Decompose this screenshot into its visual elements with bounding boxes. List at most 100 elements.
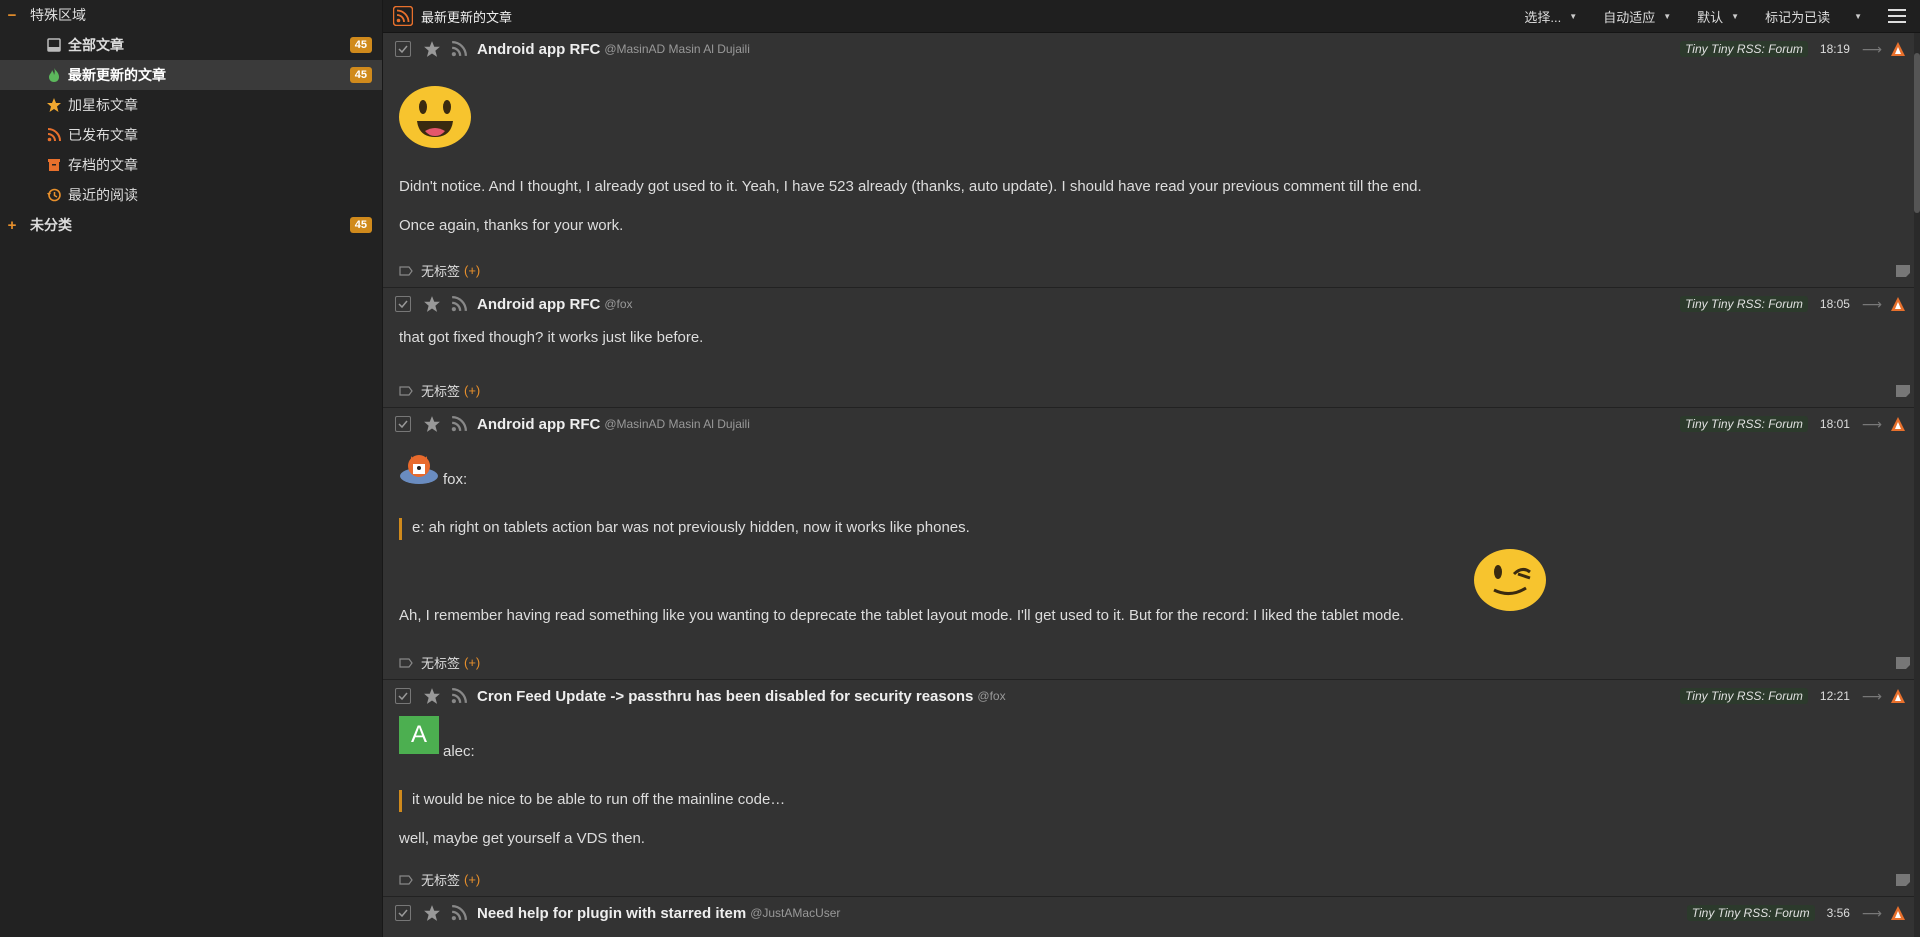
article-time: 18:01 [1819,417,1850,431]
tree-item-fresh-articles[interactable]: 最新更新的文章 45 [0,60,382,90]
article-paragraph: Ah, I remember having read something lik… [399,607,1405,624]
quote-text: it would be nice to be able to run off t… [412,791,786,808]
tree-item-published[interactable]: 已发布文章 [0,120,382,150]
tree-item-label: 最近的阅读 [68,187,138,203]
note-icon[interactable] [1896,265,1910,277]
article-title[interactable]: Android app RFC [477,416,600,433]
open-article-arrow-icon[interactable]: ⟶ [1862,296,1882,313]
feed-title-badge[interactable]: Tiny Tiny RSS: Forum [1680,688,1808,704]
article-time: 12:21 [1819,689,1850,703]
tree-item-label: 全部文章 [68,37,124,53]
article-meta: Tiny Tiny RSS: Forum 12:21 ⟶ [1680,680,1920,712]
note-icon[interactable] [1896,874,1910,886]
feed-title-badge[interactable]: Tiny Tiny RSS: Forum [1686,905,1815,921]
publish-toggle-icon[interactable] [451,296,467,312]
star-toggle-icon[interactable] [423,687,441,705]
feed-title-badge[interactable]: Tiny Tiny RSS: Forum [1680,296,1808,312]
tree-category-uncategorized[interactable]: + 未分类 45 [0,210,382,240]
user-avatar-fox [400,455,438,484]
note-icon[interactable] [1896,657,1910,669]
tags-label: 无标签 [421,264,461,279]
tree-category-label: 未分类 [30,217,72,233]
tree-item-label: 已发布文章 [68,127,138,143]
rss-icon [46,127,62,143]
sort-label: 默认 [1697,9,1724,25]
select-checkbox[interactable] [395,688,411,704]
select-checkbox[interactable] [395,296,411,312]
feed-title-badge[interactable]: Tiny Tiny RSS: Forum [1680,416,1808,432]
mark-read-dropdown[interactable]: 标记为已读 ▼ [1765,7,1862,26]
feed-favicon-icon [1891,417,1905,431]
star-toggle-icon[interactable] [423,415,441,433]
headlines-scrollbar[interactable] [1914,33,1920,937]
caret-down-icon: ▼ [1569,11,1578,21]
tree-item-all-articles[interactable]: 全部文章 45 [0,30,382,60]
expand-toggle-icon[interactable]: + [0,217,24,234]
tree-item-label: 存档的文章 [68,157,138,173]
note-icon[interactable] [1896,385,1910,397]
star-toggle-icon[interactable] [423,40,441,58]
headlines-toolbar: 最新更新的文章 选择... ▼ 自动适应 ▼ 默认 ▼ 标记为已读 ▼ [383,0,1920,33]
collapse-toggle-icon[interactable]: − [0,7,24,24]
article-paragraph: that got fixed though? it works just lik… [399,329,704,346]
view-mode-label: 自动适应 [1603,9,1656,25]
view-mode-dropdown[interactable]: 自动适应 ▼ [1603,7,1671,26]
article-title[interactable]: Cron Feed Update -> passthru has been di… [477,688,973,705]
select-checkbox[interactable] [395,905,411,921]
select-checkbox[interactable] [395,416,411,432]
scrollbar-thumb[interactable] [1914,53,1920,213]
tree-category-special[interactable]: − 特殊区域 [0,0,382,30]
article-author: @fox [604,297,633,311]
star-toggle-icon[interactable] [423,295,441,313]
article-title[interactable]: Need help for plugin with starred item [477,905,746,922]
article-tags: 无标签 (+) [399,381,480,400]
article-tags: 无标签 (+) [399,870,480,889]
tag-icon [399,874,413,885]
feed-favicon-icon [1891,297,1905,311]
article-title[interactable]: Android app RFC [477,41,600,58]
open-article-arrow-icon[interactable]: ⟶ [1862,688,1882,705]
box-icon [46,157,62,173]
add-tag-link[interactable]: (+) [464,263,480,278]
smiley-emoji-icon [399,86,471,148]
publish-toggle-icon[interactable] [451,688,467,704]
open-article-arrow-icon[interactable]: ⟶ [1862,905,1882,922]
user-avatar: A [399,716,439,754]
publish-toggle-icon[interactable] [451,416,467,432]
open-article-arrow-icon[interactable]: ⟶ [1862,41,1882,58]
select-checkbox[interactable] [395,41,411,57]
article-paragraph: Didn't notice. And I thought, I already … [399,178,1422,195]
article-title[interactable]: Android app RFC [477,296,600,313]
rss-feed-icon [393,6,413,26]
feed-favicon-icon [1891,689,1905,703]
tree-item-archived[interactable]: 存档的文章 [0,150,382,180]
add-tag-link[interactable]: (+) [464,383,480,398]
tree-item-label: 加星标文章 [68,97,138,113]
publish-toggle-icon[interactable] [451,41,467,57]
article-author: @MasinAD Masin Al Dujaili [604,417,750,431]
tree-item-starred[interactable]: 加星标文章 [0,90,382,120]
caret-down-icon: ▼ [1731,11,1740,21]
quote-author: alec: [443,743,475,760]
fire-icon [46,67,62,83]
add-tag-link[interactable]: (+) [464,655,480,670]
feed-favicon-icon [1891,906,1905,920]
tree-item-recently-read[interactable]: 最近的阅读 [0,180,382,210]
unread-count-badge: 45 [349,67,372,83]
sort-dropdown[interactable]: 默认 ▼ [1697,7,1739,26]
quote-text: e: ah right on tablets action bar was no… [412,519,970,536]
tag-icon [399,657,413,668]
tags-label: 无标签 [421,656,461,671]
menu-icon[interactable] [1888,9,1906,23]
publish-toggle-icon[interactable] [451,905,467,921]
select-dropdown[interactable]: 选择... ▼ [1524,7,1577,26]
article-meta: Tiny Tiny RSS: Forum 18:19 ⟶ [1680,33,1920,65]
blockquote: it would be nice to be able to run off t… [399,790,785,812]
add-tag-link[interactable]: (+) [464,872,480,887]
open-article-arrow-icon[interactable]: ⟶ [1862,416,1882,433]
mark-read-label: 标记为已读 [1765,9,1831,25]
feed-title-badge[interactable]: Tiny Tiny RSS: Forum [1680,41,1808,57]
star-toggle-icon[interactable] [423,904,441,922]
tree-item-label: 最新更新的文章 [68,67,166,83]
article-tags: 无标签 (+) [399,653,480,672]
